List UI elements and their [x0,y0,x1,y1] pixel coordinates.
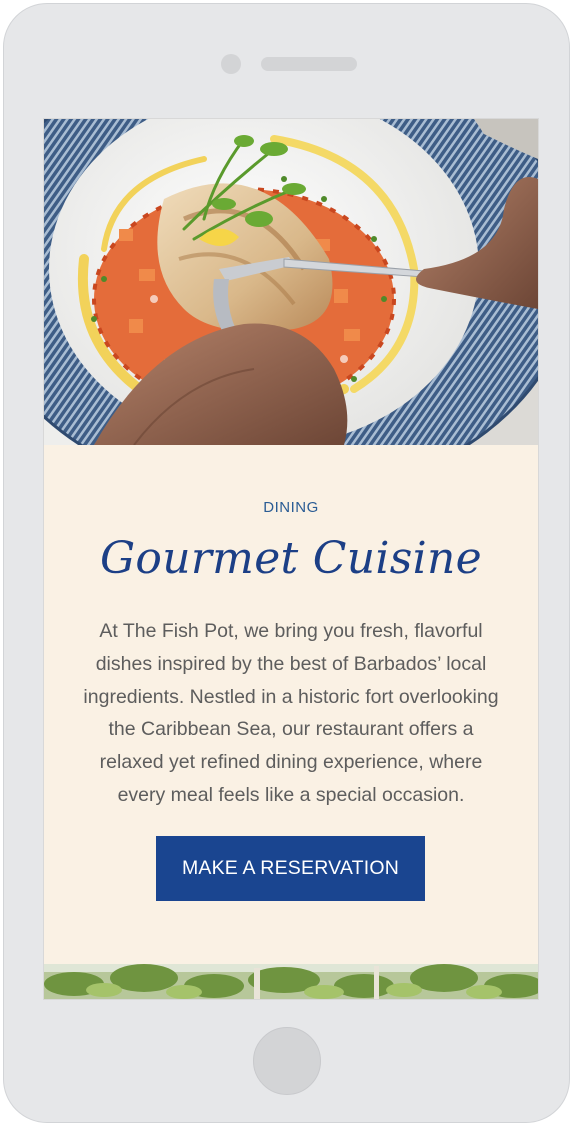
section-title: Gourmet Cuisine [99,533,483,584]
phone-frame: DINING Gourmet Cuisine At The Fish Pot, … [3,3,570,1123]
speaker-grille-icon [261,57,357,71]
next-section-image [44,964,538,999]
hero-image [44,119,538,445]
phone-screen: DINING Gourmet Cuisine At The Fish Pot, … [43,118,539,1000]
home-button-icon[interactable] [253,1027,321,1095]
section-description: At The Fish Pot, we bring you fresh, fla… [83,620,499,806]
dining-section: DINING Gourmet Cuisine At The Fish Pot, … [44,445,538,965]
make-reservation-button[interactable]: MAKE A RESERVATION [156,836,425,901]
section-eyebrow: DINING [263,499,319,516]
front-camera-icon [221,54,241,74]
